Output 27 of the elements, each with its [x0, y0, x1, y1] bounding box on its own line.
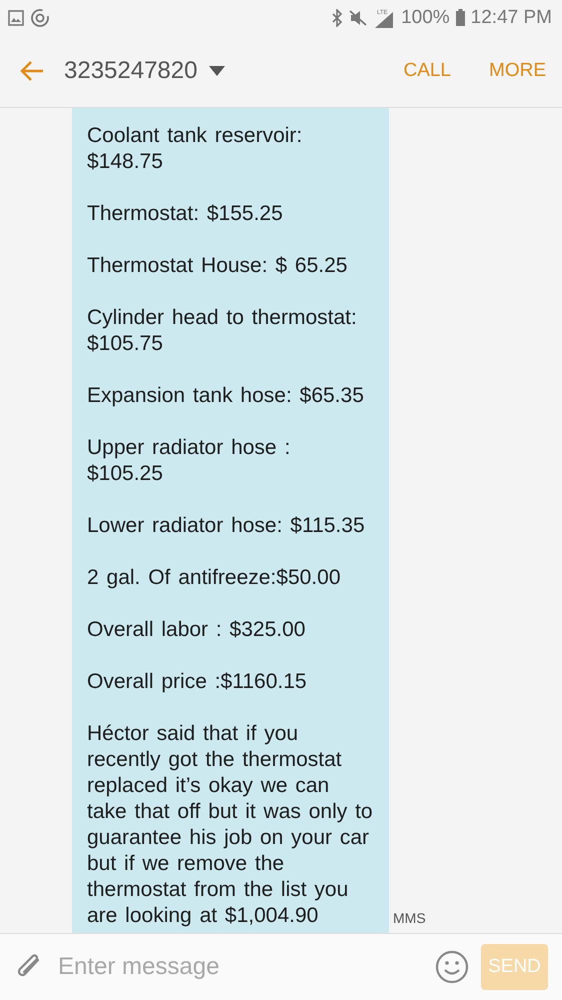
message-type-label: MMS [393, 910, 426, 926]
message-text: Thermostat House: $ 65.25 [87, 253, 348, 279]
gallery-icon [8, 10, 24, 26]
message-text: Lower radiator hose: $115.35 [87, 513, 366, 539]
contact-number[interactable]: 3235247820 [64, 57, 198, 85]
message-input[interactable]: Enter message [56, 952, 423, 982]
message-text: Expansion tank hose: $65.35 [87, 383, 365, 409]
call-button[interactable]: CALL [403, 60, 451, 82]
message-text: Thermostat: $155.25 [87, 201, 284, 227]
message-text: Upper radiator hose : $105.25 [87, 435, 292, 487]
message-text: Overall labor : $325.00 [87, 617, 306, 643]
message-text: Héctor said that if you recently got the thermostat replaced it’s okay we can take that off but it was only to guarantee his job on your car but if we remove the thermostat from the list you are looking at $1,004.90 [87, 721, 374, 929]
smiley-icon[interactable] [435, 950, 469, 984]
message-text: Coolant tank reservoir: $148.75 [87, 123, 304, 175]
sync-icon [30, 8, 50, 28]
message-text: Overall price :$1160.15 [87, 669, 308, 695]
clock: 12:47 PM [470, 6, 552, 28]
battery-percentage: 100% [401, 6, 450, 28]
message-text: 2 gal. Of antifreeze:$50.00 [87, 565, 342, 591]
message-text: Cylinder head to thermostat: $105.75 [87, 305, 358, 357]
more-button[interactable]: MORE [489, 60, 546, 82]
message-composer[interactable]: Enter message SEND [0, 933, 562, 1000]
bluetooth-icon [331, 8, 344, 26]
battery-icon [456, 9, 465, 26]
back-arrow-icon[interactable] [20, 60, 44, 82]
dropdown-caret-icon[interactable] [209, 66, 226, 76]
mute-icon [349, 10, 368, 26]
